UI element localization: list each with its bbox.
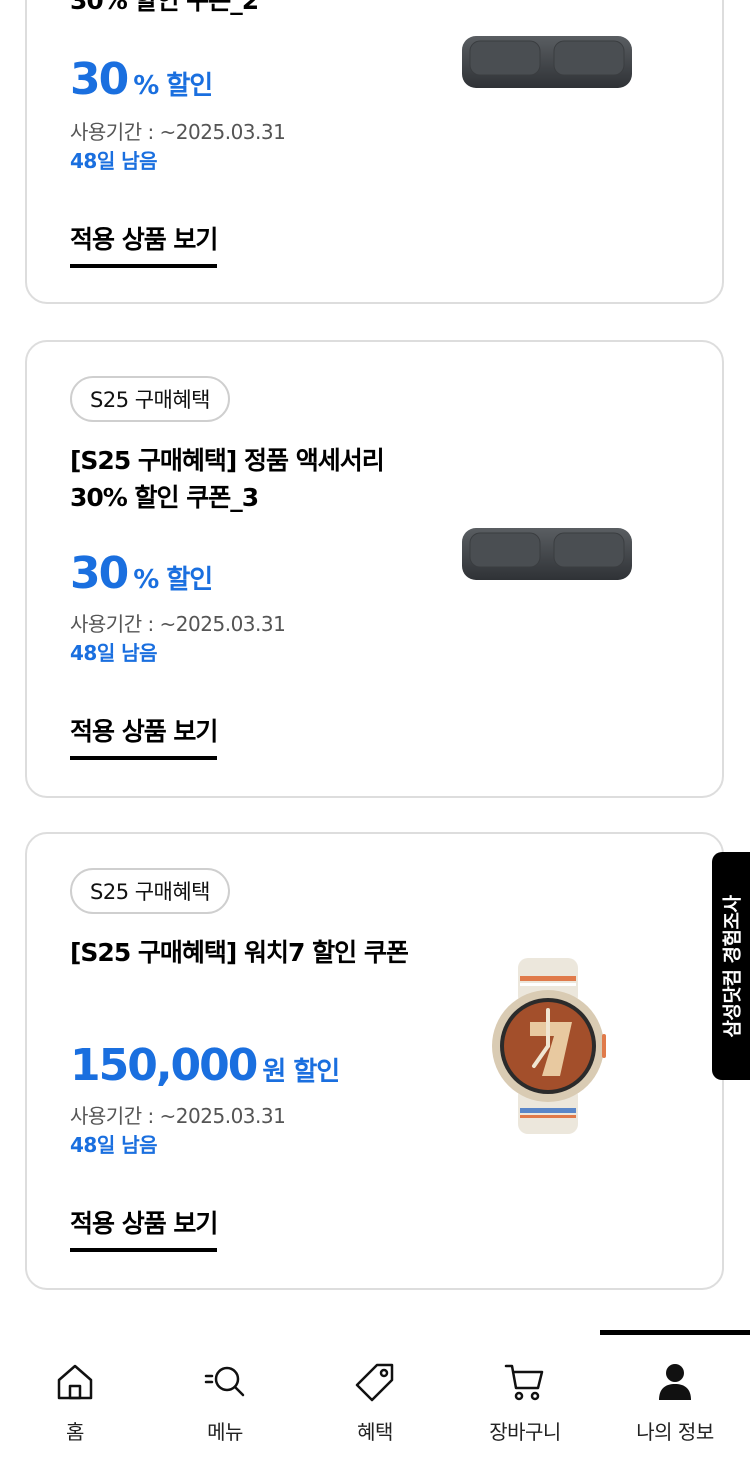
home-icon	[53, 1360, 97, 1404]
tag-icon	[353, 1360, 397, 1404]
bottom-navigation: 홈 메뉴 혜택 장바구니 나의 정보	[0, 1330, 750, 1466]
days-remaining: 48일 남음	[70, 1133, 158, 1157]
view-products-link[interactable]: 적용 상품 보기	[70, 220, 218, 268]
discount-amount: 30 % 할인	[70, 548, 213, 599]
coupon-title: [S25 구매혜택] 워치7 할인 쿠폰	[70, 938, 409, 967]
smartwatch-icon	[490, 958, 606, 1138]
coupon-card: S25 구매혜택 [S25 구매혜택] 정품 액세서리 30% 할인 쿠폰_3 …	[25, 340, 724, 798]
person-icon	[653, 1360, 697, 1404]
coupon-title: [S25 구매혜택] 정품 액세서리 30% 할인 쿠폰_3	[70, 446, 385, 512]
days-remaining: 48일 남음	[70, 641, 158, 665]
nav-cart[interactable]: 장바구니	[450, 1330, 600, 1466]
promo-chip: S25 구매혜택	[70, 868, 231, 914]
nav-label: 홈	[66, 1420, 84, 1444]
nav-label: 메뉴	[207, 1420, 243, 1444]
nav-menu[interactable]: 메뉴	[150, 1330, 300, 1466]
coupon-card: 30% 할인 쿠폰_2 30 % 할인 사용기간 : ~2025.03.31 4…	[25, 0, 724, 304]
discount-amount: 150,000 원 할인	[70, 1040, 340, 1091]
nav-home[interactable]: 홈	[0, 1330, 150, 1466]
wireless-charger-icon	[460, 34, 634, 94]
usage-period: 사용기간 : ~2025.03.31	[70, 612, 286, 636]
view-products-link[interactable]: 적용 상품 보기	[70, 1204, 218, 1252]
coupon-card: S25 구매혜택 [S25 구매혜택] 워치7 할인 쿠폰 150,000 원 …	[25, 832, 724, 1290]
nav-label: 나의 정보	[636, 1420, 714, 1444]
nav-my-info[interactable]: 나의 정보	[600, 1330, 750, 1466]
usage-period: 사용기간 : ~2025.03.31	[70, 120, 286, 144]
survey-tab-label: 삼성닷컴 경험조사	[721, 895, 744, 1037]
menu-search-icon	[203, 1360, 247, 1404]
survey-tab[interactable]: 삼성닷컴 경험조사	[712, 852, 750, 1080]
cart-icon	[503, 1360, 547, 1404]
nav-label: 혜택	[357, 1420, 393, 1444]
usage-period: 사용기간 : ~2025.03.31	[70, 1104, 286, 1128]
discount-amount: 30 % 할인	[70, 54, 213, 105]
nav-label: 장바구니	[489, 1420, 561, 1444]
coupon-list-page: 30% 할인 쿠폰_2 30 % 할인 사용기간 : ~2025.03.31 4…	[0, 0, 750, 1466]
coupon-title: 30% 할인 쿠폰_2	[70, 0, 259, 15]
promo-chip: S25 구매혜택	[70, 376, 231, 422]
nav-benefits[interactable]: 혜택	[300, 1330, 450, 1466]
wireless-charger-icon	[460, 526, 634, 586]
days-remaining: 48일 남음	[70, 149, 158, 173]
view-products-link[interactable]: 적용 상품 보기	[70, 712, 218, 760]
